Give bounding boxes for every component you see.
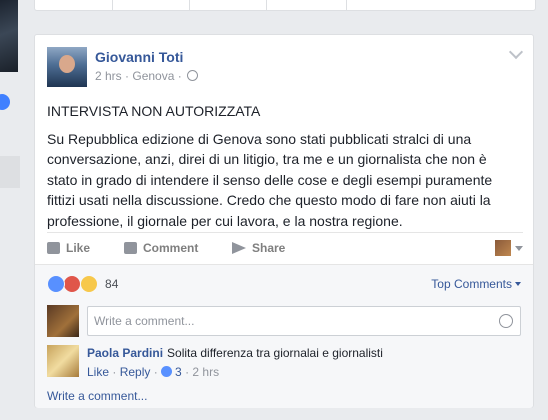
comment-text: Solita differenza tra giornalai e giorna… [167,346,383,360]
angry-reaction-icon [63,275,82,293]
comment-meta: Like · Reply · 3 · 2 hrs [87,365,220,379]
author-avatar[interactable] [47,47,87,87]
comment-button-label: Comment [143,241,199,255]
verified-badge-icon [0,94,10,110]
globe-icon[interactable] [187,70,199,81]
reactions-summary[interactable]: 84 [47,275,118,293]
comment-icon [124,242,137,254]
write-comment-link[interactable]: Write a comment... [47,389,147,403]
commenter-name[interactable]: Paola Pardini [87,346,163,360]
left-column-fragment [0,0,20,420]
author-name[interactable]: Giovanni Toti [95,49,183,65]
post-location[interactable]: Genova [132,69,174,83]
comment-item: Paola Pardini Solita differenza tra giorn… [87,346,383,360]
comment-like-count: 3 [175,365,182,379]
post-text: INTERVISTA NON AUTORIZZATA Su Repubblica… [47,101,517,238]
comment-likes[interactable]: 3 [161,365,182,379]
post-time[interactable]: 2 hrs [95,69,122,83]
share-icon [232,242,246,254]
thumbs-up-icon [47,242,60,254]
post-actions: Like Comment Share [47,232,523,265]
like-button[interactable]: Like [47,241,90,255]
share-button[interactable]: Share [232,241,285,255]
share-button-label: Share [252,241,286,255]
caret-down-icon [515,282,521,286]
like-reaction-icon [47,275,65,293]
post-as-avatar[interactable] [495,240,511,256]
left-selected-item-fragment[interactable] [0,156,20,188]
comment-sort-dropdown[interactable]: Top Comments [431,277,521,291]
comment-reply-link[interactable]: Reply [120,365,151,379]
comment-time[interactable]: 2 hrs [192,365,219,379]
post-body: Su Repubblica edizione di Genova sono st… [47,130,493,229]
comment-sort-label: Top Comments [431,277,512,291]
comment-like-link[interactable]: Like [87,365,109,379]
previous-post-fragment [34,0,536,11]
emoji-icon[interactable] [499,314,513,328]
chevron-down-icon[interactable] [508,44,524,60]
current-user-avatar [47,305,79,337]
left-avatar-fragment [0,0,18,72]
comments-section: 84 Top Comments Paola Pardini Solita diff… [35,264,533,408]
like-button-label: Like [66,241,91,255]
commenter-avatar[interactable] [47,345,79,377]
post-meta: 2 hrs · Genova · [95,69,199,83]
haha-reaction-icon [79,275,98,293]
post-card: Giovanni Toti 2 hrs · Genova · INTERVIST… [34,34,534,408]
like-icon [161,366,173,377]
caret-down-icon[interactable] [515,246,523,251]
reaction-count[interactable]: 84 [105,277,118,291]
comment-button[interactable]: Comment [124,241,198,255]
comment-input[interactable] [87,306,521,336]
post-heading: INTERVISTA NON AUTORIZZATA [47,103,261,119]
